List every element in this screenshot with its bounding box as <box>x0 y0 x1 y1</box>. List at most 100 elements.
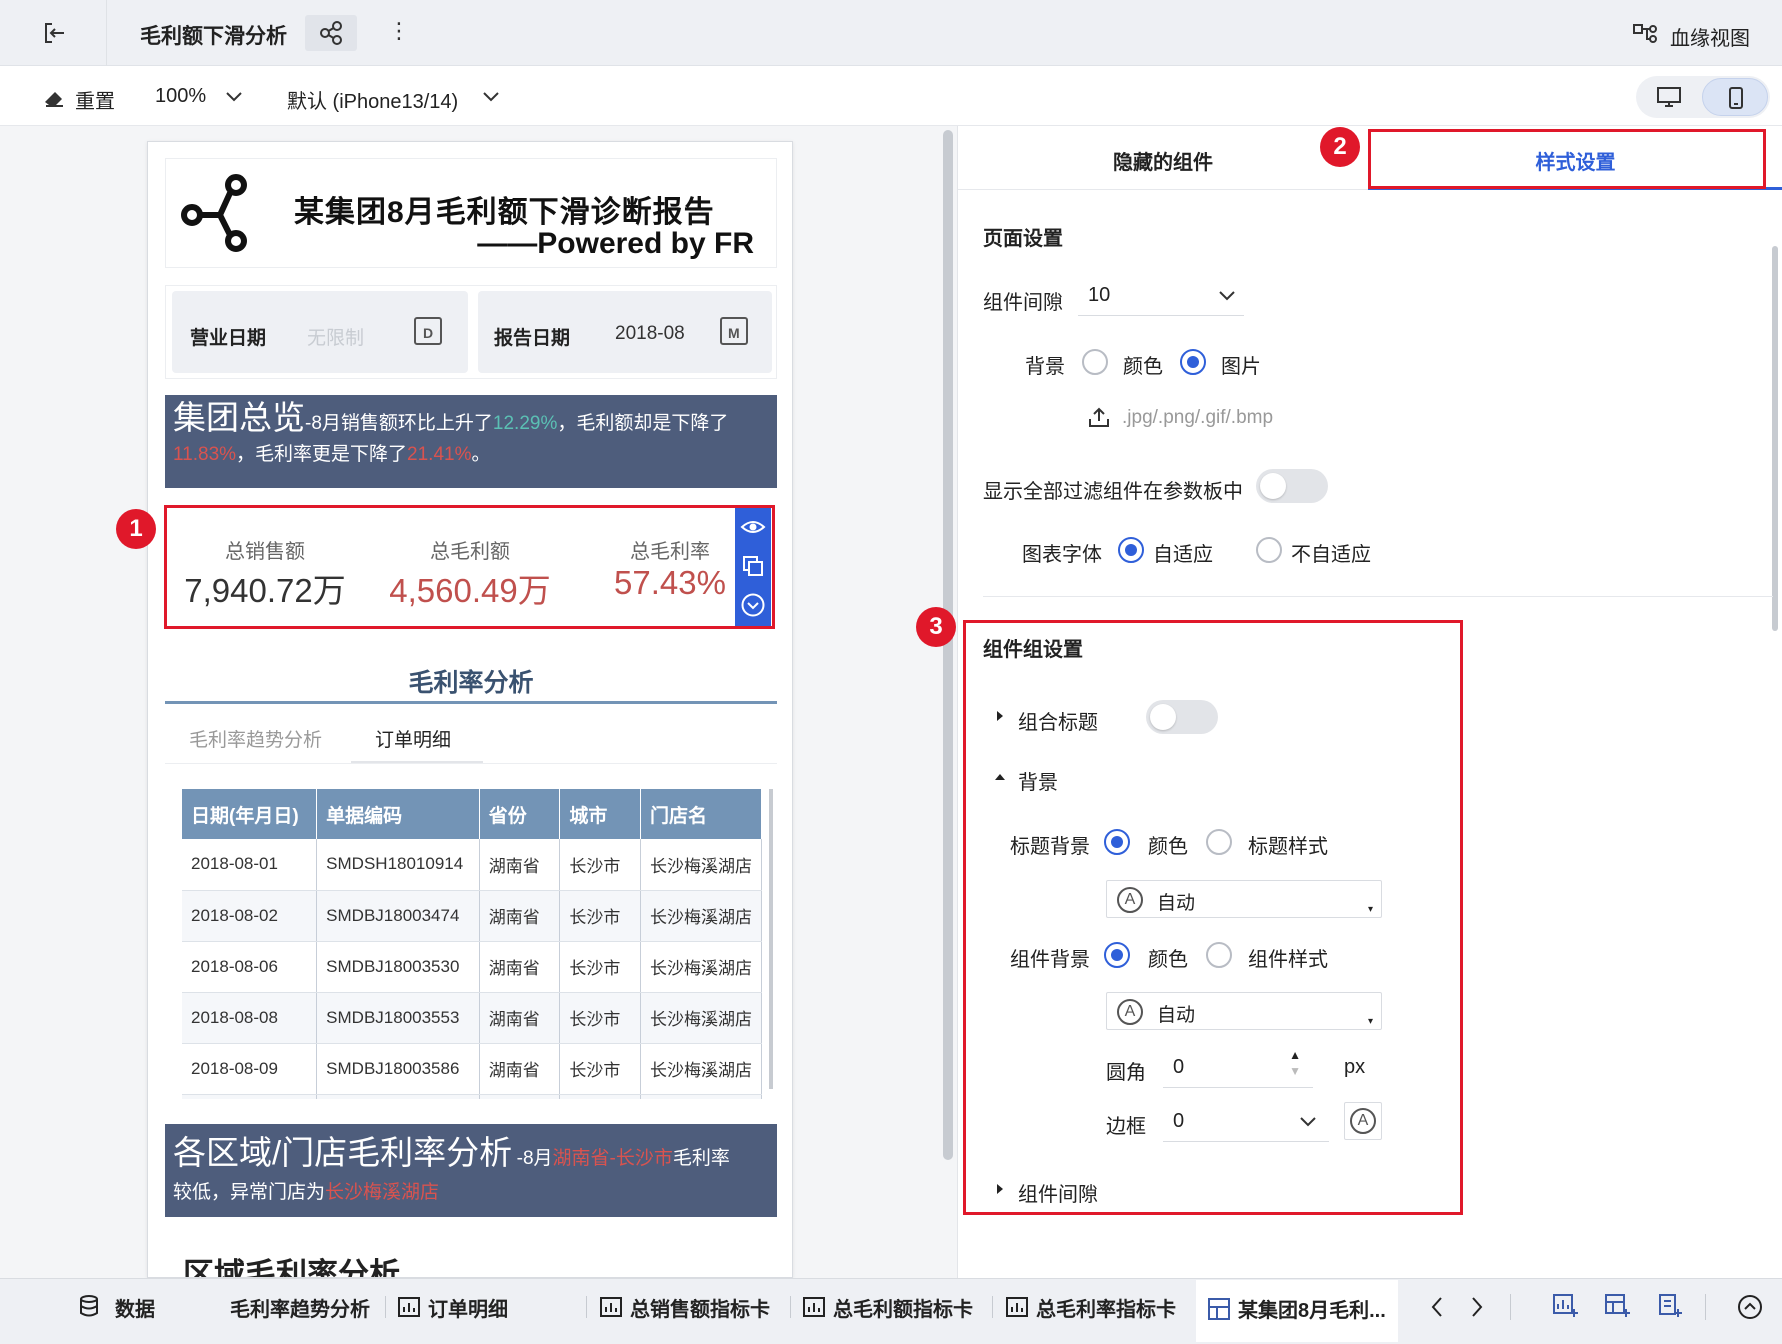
add-dashboard-icon[interactable] <box>1605 1294 1631 1318</box>
table-cell: SMDSH18010914 <box>316 839 480 891</box>
add-report-icon[interactable] <box>1657 1294 1683 1318</box>
table-row[interactable]: 2018-08-02 SMDBJ18003474 湖南省 长沙市 长沙梅溪湖店 <box>182 890 762 942</box>
region-title: 区域毛利率分析 <box>183 1257 400 1278</box>
table-cell: 长沙梅溪湖店 <box>640 1043 762 1095</box>
region-highlight: 湖南省-长沙市 <box>552 1148 673 1169</box>
filter-value: 2018-08 <box>615 323 685 344</box>
table-cell: SMDBJ18003474 <box>316 890 480 942</box>
reset-button[interactable]: 重置 <box>75 85 115 114</box>
report-date-filter[interactable]: 报告日期 2018-08 M <box>478 291 772 373</box>
exit-icon[interactable] <box>40 19 68 47</box>
font-fixed-radio[interactable] <box>1256 537 1282 563</box>
page-title: 毛利额下滑分析 <box>140 25 287 48</box>
panel-scrollbar[interactable] <box>1772 246 1778 631</box>
table-cell: 湖南省 <box>479 992 561 1044</box>
orders-table: 日期(年月日) 单据编码 省份 城市 门店名 2018-08-01 SMDSH1… <box>182 789 762 1099</box>
table-cell: 2018-08-09 <box>182 1043 318 1095</box>
bg-image-radio[interactable] <box>1180 349 1206 375</box>
data-tab[interactable]: 数据 <box>115 1293 155 1322</box>
report-title-card[interactable]: 某集团8月毛利额下滑诊断报告 ——Powered by FR <box>165 158 777 268</box>
dashboard-tab-icon <box>1208 1298 1230 1320</box>
region-text: 较低，异常门店为 <box>173 1182 326 1203</box>
sheet-tab-margin-kpi[interactable]: 总毛利率指标卡 <box>1036 1293 1176 1322</box>
eye-icon[interactable] <box>740 516 766 538</box>
section-divider <box>983 596 1773 597</box>
table-cell: 2018-08-01 <box>182 839 318 891</box>
table-row[interactable]: 2018-08-08 SMDBJ18003553 湖南省 长沙市 长沙梅溪湖店 <box>182 992 762 1044</box>
copy-icon[interactable] <box>741 554 765 578</box>
reset-icon[interactable] <box>42 86 66 108</box>
table-row[interactable]: 2018-08-06 SMDBJ18003530 湖南省 长沙市 长沙梅溪湖店 <box>182 941 762 993</box>
more-icon[interactable]: ⋮ <box>388 18 410 44</box>
desktop-icon[interactable] <box>1656 86 1682 108</box>
calendar-icon[interactable]: D <box>414 317 442 345</box>
tab-hidden-components[interactable]: 隐藏的组件 <box>958 126 1368 190</box>
page-settings-title: 页面设置 <box>983 228 1063 250</box>
add-chart-icon[interactable] <box>1553 1294 1579 1318</box>
tab-order-details[interactable]: 订单明细 <box>351 715 483 763</box>
next-icon[interactable] <box>1470 1296 1484 1318</box>
sheet-tab-sales-kpi[interactable]: 总销售额指标卡 <box>630 1293 770 1322</box>
tab-separator <box>1510 1294 1511 1320</box>
column-header[interactable]: 日期(年月日) <box>182 789 318 839</box>
table-row[interactable]: 2018-08-01 SMDSH18010914 湖南省 长沙市 长沙梅溪湖店 <box>182 839 762 891</box>
tab-separator <box>385 1296 386 1318</box>
table-cell: 长沙市 <box>559 839 641 891</box>
annotation-box-3 <box>963 620 1463 1215</box>
collapse-icon[interactable] <box>740 592 766 618</box>
region-banner[interactable]: 各区域/门店毛利率分析 -8月湖南省-长沙市毛利率 较低，异常门店为长沙梅溪湖店 <box>165 1124 777 1217</box>
divider <box>106 0 107 66</box>
overview-banner[interactable]: 集团总览-8月销售额环比上升了12.29%，毛利额却是下降了 11.83%，毛利… <box>165 395 777 488</box>
table-cell <box>559 1094 641 1099</box>
table-cell: 2018-08-06 <box>182 941 318 993</box>
upload-icon[interactable] <box>1088 406 1110 428</box>
overview-heading: 集团总览 <box>173 399 305 436</box>
mobile-icon[interactable] <box>1702 78 1768 116</box>
sheet-tab-margin-trend[interactable]: 毛利率趋势分析 <box>230 1293 370 1322</box>
orders-table-wrap[interactable]: 日期(年月日) 单据编码 省份 城市 门店名 2018-08-01 SMDSH1… <box>182 789 762 1099</box>
prev-icon[interactable] <box>1430 1296 1444 1318</box>
device-select[interactable]: 默认 (iPhone13/14) <box>287 85 507 113</box>
business-date-filter[interactable]: 营业日期 无限制 D <box>172 291 468 373</box>
calendar-icon[interactable]: M <box>720 317 748 345</box>
table-cell: 湖南省 <box>479 1043 561 1095</box>
font-adaptive-radio[interactable] <box>1118 537 1144 563</box>
tab-margin-trend[interactable]: 毛利率趋势分析 <box>189 725 322 752</box>
bg-color-radio[interactable] <box>1082 349 1108 375</box>
table-row[interactable] <box>182 1094 762 1099</box>
overview-pct-down: 21.41% <box>407 444 472 465</box>
sheet-tab-profit-kpi[interactable]: 总毛利额指标卡 <box>833 1293 973 1322</box>
table-cell: 长沙市 <box>559 992 641 1044</box>
lineage-view-button[interactable]: 血缘视图 <box>1670 22 1750 51</box>
share-button[interactable] <box>305 15 357 51</box>
region-section[interactable]: 区域毛利率分析 <box>165 1231 777 1278</box>
region-highlight: 长沙梅溪湖店 <box>325 1182 440 1203</box>
calendar-letter: D <box>423 325 434 341</box>
column-header[interactable]: 省份 <box>479 789 561 839</box>
table-scrollbar[interactable] <box>769 789 773 1089</box>
scroll-up-icon[interactable] <box>1737 1294 1763 1320</box>
toolbar: 重置 100% 默认 (iPhone13/14) <box>0 66 1782 126</box>
gap-select[interactable]: 10 <box>1078 274 1244 316</box>
show-filters-toggle[interactable] <box>1256 469 1328 503</box>
margin-analysis-section: 毛利率分析 毛利率趋势分析 订单明细 日期(年月日) 单据编码 省份 城市 门店… <box>165 649 777 1099</box>
table-row[interactable]: 2018-08-09 SMDBJ18003586 湖南省 长沙市 长沙梅溪湖店 <box>182 1043 762 1095</box>
table-cell: SMDBJ18003530 <box>316 941 480 993</box>
column-header[interactable]: 城市 <box>559 789 641 839</box>
chart-tab-icon <box>398 1297 420 1317</box>
table-cell <box>182 1094 318 1099</box>
column-header[interactable]: 单据编码 <box>316 789 480 839</box>
sheet-tab-order-details[interactable]: 订单明细 <box>428 1293 508 1322</box>
gap-value: 10 <box>1088 284 1111 306</box>
overview-text: -8月销售额环比上升了 <box>305 413 493 434</box>
table-cell: 长沙梅溪湖店 <box>640 890 762 942</box>
overview-text: ，毛利率更是下降了 <box>236 444 408 465</box>
background-label: 背景 <box>1025 356 1065 378</box>
table-cell: SMDBJ18003586 <box>316 1043 480 1095</box>
lineage-icon[interactable] <box>1632 21 1658 45</box>
top-bar: 毛利额下滑分析 ⋮ 血缘视图 <box>0 0 1782 66</box>
sheet-tab-dashboard-active[interactable]: 某集团8月毛利... <box>1196 1280 1398 1342</box>
overview-text: 。 <box>471 444 491 465</box>
zoom-select[interactable]: 100% <box>155 85 245 111</box>
column-header[interactable]: 门店名 <box>640 789 762 839</box>
